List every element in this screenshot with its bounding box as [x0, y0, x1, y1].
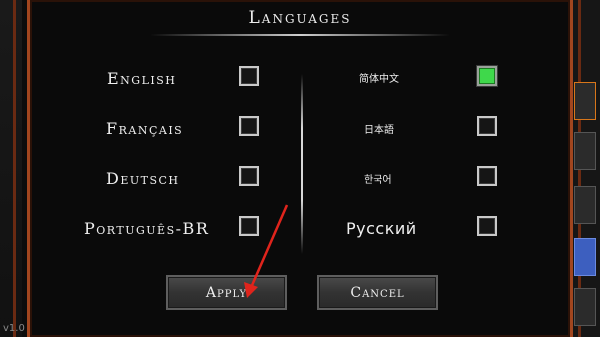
language-label-russian: Русский: [346, 219, 417, 238]
version-label: v1.0: [3, 323, 25, 334]
side-menu-button-3[interactable]: [574, 186, 596, 224]
dialog-title: Languages: [248, 8, 352, 28]
language-label-german: Deutsch: [106, 169, 180, 188]
background-left-panel: [0, 0, 22, 337]
language-checkbox-russian[interactable]: [477, 216, 497, 236]
language-label-french: Français: [106, 119, 184, 138]
language-checkbox-french[interactable]: [239, 116, 259, 136]
side-menu-button-4[interactable]: [574, 238, 596, 276]
apply-button[interactable]: Apply: [166, 275, 287, 310]
title-underline: [150, 34, 450, 36]
language-label-japanese: 日本語: [364, 125, 394, 136]
language-label-simplified-chinese: 简体中文: [359, 74, 399, 85]
language-checkbox-english[interactable]: [239, 66, 259, 86]
language-label-portuguese-br: Português-BR: [84, 219, 210, 238]
language-checkbox-japanese[interactable]: [477, 116, 497, 136]
language-label-english: English: [107, 69, 177, 88]
language-checkbox-korean[interactable]: [477, 166, 497, 186]
languages-dialog: Languages English Français Deutsch Portu…: [27, 0, 573, 337]
side-menu-button-2[interactable]: [574, 132, 596, 170]
language-checkbox-simplified-chinese[interactable]: [477, 66, 497, 86]
column-divider: [301, 74, 303, 254]
language-checkbox-portuguese-br[interactable]: [239, 216, 259, 236]
side-menu-button-1[interactable]: [574, 82, 596, 120]
language-checkbox-german[interactable]: [239, 166, 259, 186]
background-left-frame-line: [13, 0, 16, 337]
side-menu-button-5[interactable]: [574, 288, 596, 326]
language-label-korean: 한국어: [364, 175, 392, 186]
game-screen: v1.0 Languages English Français Deutsch …: [0, 0, 600, 337]
cancel-button[interactable]: Cancel: [317, 275, 438, 310]
